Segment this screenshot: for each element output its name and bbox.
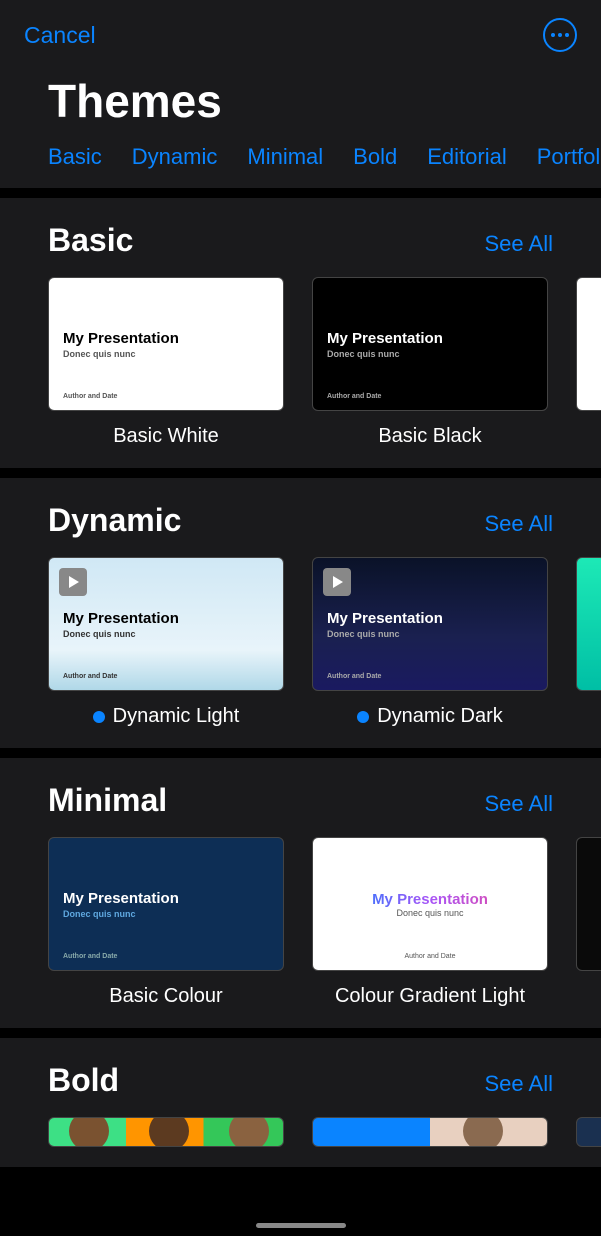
section-basic: Basic See All My Presentation Donec quis… — [0, 198, 601, 468]
theme-thumbnail: My Presentation Donec quis nunc Author a… — [312, 557, 548, 691]
preview-title: My Presentation — [327, 891, 533, 908]
theme-label: Colour Gradient Light — [335, 985, 525, 1008]
theme-card-dynamic-light[interactable]: My Presentation Donec quis nunc Author a… — [48, 557, 284, 728]
theme-thumbnail: My Presentation Donec quis nunc Author a… — [48, 837, 284, 971]
section-dynamic: Dynamic See All My Presentation Donec qu… — [0, 478, 601, 748]
theme-card-gradient-light[interactable]: My Presentation Donec quis nunc Author a… — [312, 837, 548, 1008]
theme-thumbnail — [576, 837, 601, 971]
dot-indicator-icon — [93, 711, 105, 723]
category-tabs: Basic Dynamic Minimal Bold Editorial Por… — [0, 144, 601, 188]
preview-footer: Author and Date — [327, 673, 381, 680]
tab-basic[interactable]: Basic — [48, 144, 102, 170]
see-all-bold[interactable]: See All — [485, 1071, 554, 1097]
theme-card-basic-white[interactable]: My Presentation Donec quis nunc Author a… — [48, 277, 284, 448]
home-indicator[interactable] — [256, 1223, 346, 1228]
see-all-dynamic[interactable]: See All — [485, 511, 554, 537]
dot-indicator-icon — [357, 711, 369, 723]
play-icon — [323, 568, 351, 596]
theme-thumbnail — [48, 1117, 284, 1147]
theme-card-peek[interactable] — [576, 277, 601, 448]
section-bold: Bold See All — [0, 1038, 601, 1167]
theme-thumbnail: My Presentation Donec quis nunc Author a… — [48, 557, 284, 691]
preview-title: My Presentation — [327, 330, 533, 347]
theme-card-basic-colour[interactable]: My Presentation Donec quis nunc Author a… — [48, 837, 284, 1008]
tab-bold[interactable]: Bold — [353, 144, 397, 170]
theme-thumbnail — [576, 557, 601, 691]
preview-footer: Author and Date — [63, 953, 117, 960]
preview-footer: Author and Date — [313, 953, 547, 960]
tab-minimal[interactable]: Minimal — [247, 144, 323, 170]
tab-editorial[interactable]: Editorial — [427, 144, 506, 170]
preview-footer: Author and Date — [327, 393, 381, 400]
preview-subtitle: Donec quis nunc — [63, 909, 269, 919]
page-title: Themes — [0, 62, 601, 144]
section-title-bold: Bold — [48, 1062, 119, 1099]
preview-subtitle: Donec quis nunc — [327, 349, 533, 359]
section-title-dynamic: Dynamic — [48, 502, 181, 539]
theme-thumbnail — [576, 1117, 601, 1147]
theme-thumbnail: My Presentation Donec quis nunc Author a… — [48, 277, 284, 411]
theme-label: Basic Black — [378, 425, 481, 448]
preview-footer: Author and Date — [63, 673, 117, 680]
preview-title: My Presentation — [63, 890, 269, 907]
see-all-minimal[interactable]: See All — [485, 791, 554, 817]
preview-title: My Presentation — [63, 610, 269, 627]
cancel-button[interactable]: Cancel — [24, 22, 96, 49]
theme-label-text: Dynamic Light — [113, 705, 240, 728]
theme-label: Dynamic Dark — [357, 705, 503, 728]
theme-label: Basic Colour — [109, 985, 222, 1008]
theme-label: Basic White — [113, 425, 219, 448]
theme-thumbnail: My Presentation Donec quis nunc Author a… — [312, 277, 548, 411]
preview-subtitle: Donec quis nunc — [63, 349, 269, 359]
preview-title: My Presentation — [327, 610, 533, 627]
theme-card-peek[interactable] — [576, 557, 601, 728]
theme-card-peek[interactable] — [576, 837, 601, 1008]
preview-subtitle: Donec quis nunc — [327, 908, 533, 918]
theme-card-dynamic-dark[interactable]: My Presentation Donec quis nunc Author a… — [312, 557, 548, 728]
section-title-basic: Basic — [48, 222, 133, 259]
theme-card-bold-b[interactable] — [312, 1117, 548, 1147]
tab-portfolio[interactable]: Portfolio — [537, 144, 601, 170]
theme-thumbnail — [312, 1117, 548, 1147]
preview-subtitle: Donec quis nunc — [63, 629, 269, 639]
theme-thumbnail — [576, 277, 601, 411]
section-title-minimal: Minimal — [48, 782, 167, 819]
preview-footer: Author and Date — [63, 393, 117, 400]
theme-card-basic-black[interactable]: My Presentation Donec quis nunc Author a… — [312, 277, 548, 448]
preview-title: My Presentation — [63, 330, 269, 347]
preview-subtitle: Donec quis nunc — [327, 629, 533, 639]
theme-label: Dynamic Light — [93, 705, 240, 728]
play-icon — [59, 568, 87, 596]
more-options-button[interactable] — [543, 18, 577, 52]
theme-label-text: Dynamic Dark — [377, 705, 503, 728]
top-bar: Cancel — [0, 0, 601, 62]
theme-card-peek[interactable] — [576, 1117, 601, 1147]
theme-thumbnail: My Presentation Donec quis nunc Author a… — [312, 837, 548, 971]
see-all-basic[interactable]: See All — [485, 231, 554, 257]
theme-card-bold-a[interactable] — [48, 1117, 284, 1147]
tab-dynamic[interactable]: Dynamic — [132, 144, 218, 170]
section-minimal: Minimal See All My Presentation Donec qu… — [0, 758, 601, 1028]
